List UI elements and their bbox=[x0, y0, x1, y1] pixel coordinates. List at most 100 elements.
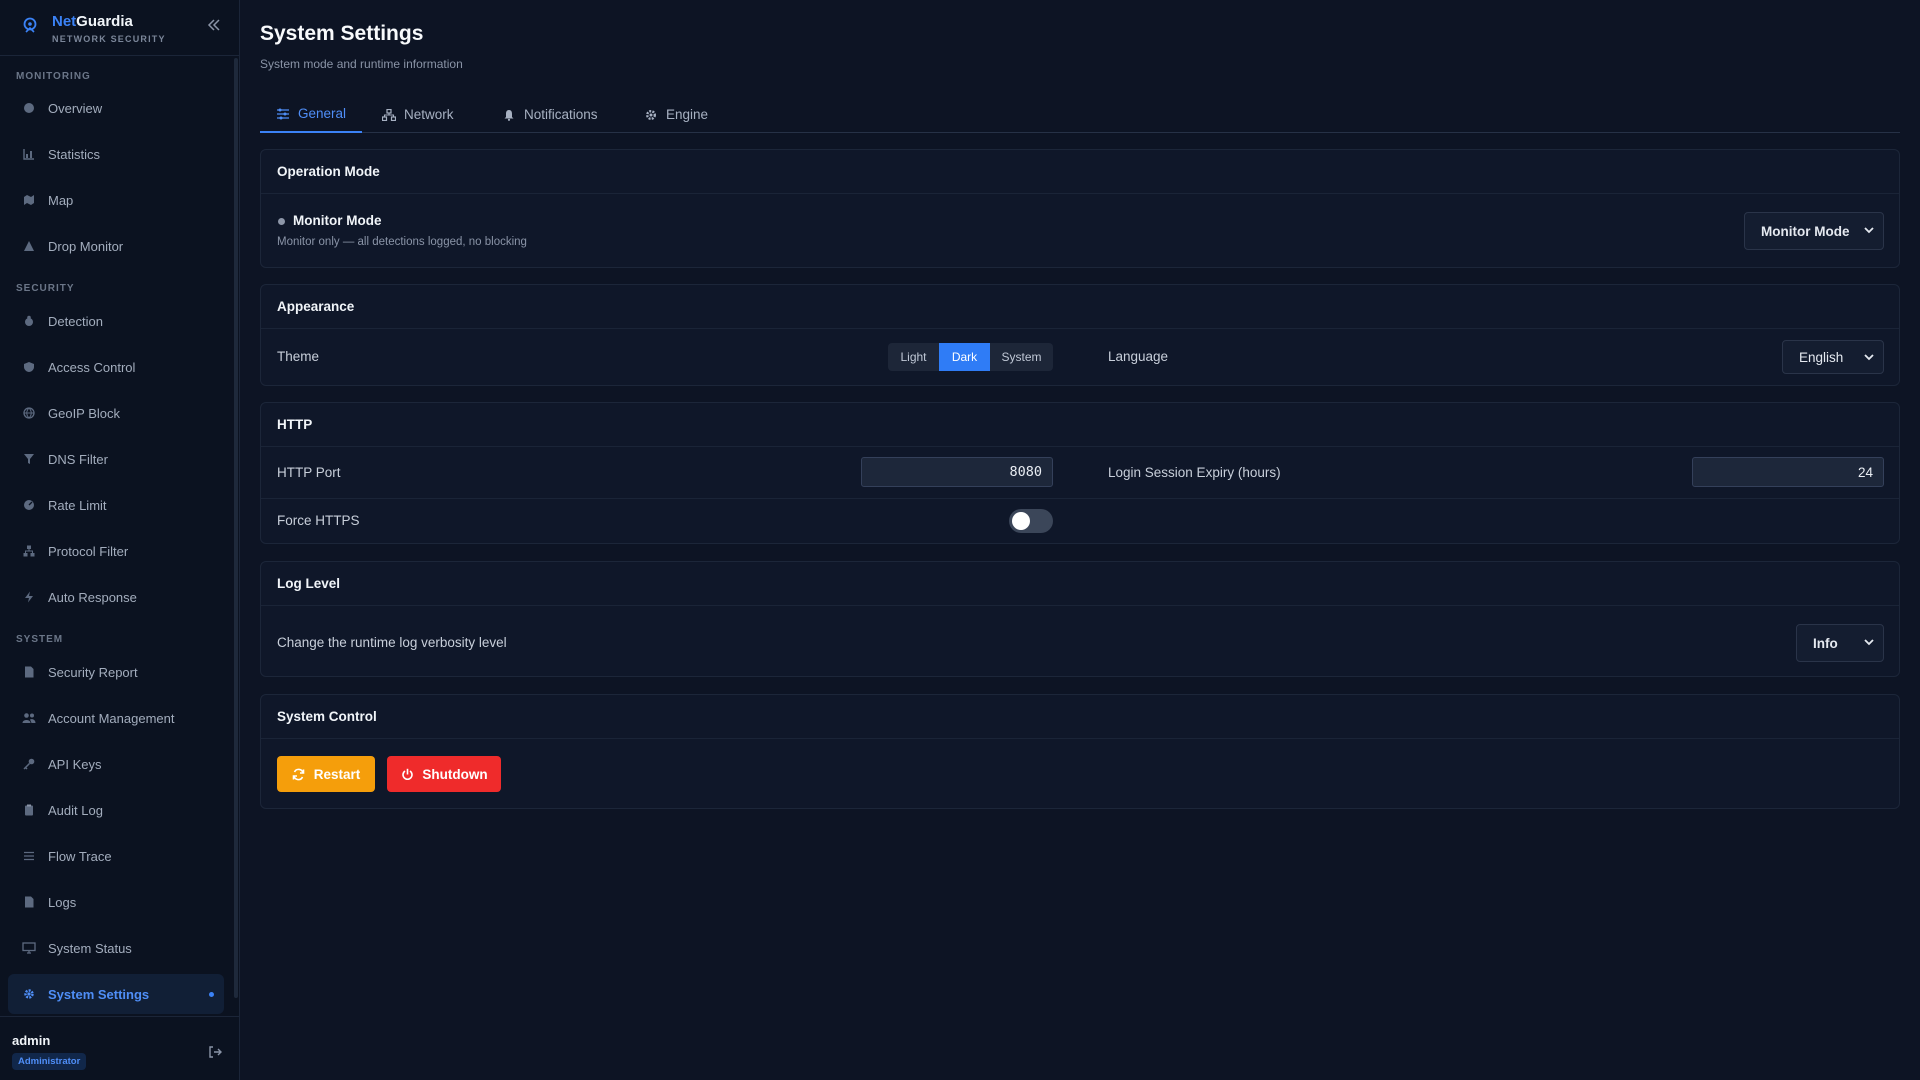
sidebar-item-label: API Keys bbox=[48, 756, 102, 772]
card-title: HTTP bbox=[277, 417, 313, 432]
sidebar-item-label: System Settings bbox=[48, 986, 150, 1002]
sidebar-item-dns-filter[interactable]: DNS Filter bbox=[8, 439, 224, 479]
row-divider bbox=[261, 498, 1899, 499]
chevron-down-icon bbox=[1864, 639, 1874, 646]
tab-label: Engine bbox=[666, 107, 709, 122]
gauge-icon bbox=[22, 101, 36, 115]
user-role-badge: Administrator bbox=[12, 1053, 87, 1070]
network-icon bbox=[382, 108, 396, 122]
sidebar: NetGuardia NETWORK SECURITY MONITORING O… bbox=[0, 0, 240, 1080]
sidebar-item-label: Rate Limit bbox=[48, 497, 107, 513]
select-value: Info bbox=[1813, 635, 1838, 651]
logo-icon bbox=[23, 17, 37, 33]
card-title: System Control bbox=[277, 709, 377, 724]
bell-icon bbox=[502, 108, 516, 122]
card-title: Log Level bbox=[277, 576, 341, 591]
restart-button[interactable]: Restart bbox=[277, 756, 375, 792]
sidebar-item-rate-limit[interactable]: Rate Limit bbox=[8, 485, 224, 525]
sidebar-item-api-keys[interactable]: API Keys bbox=[8, 744, 224, 784]
shutdown-label: Shutdown bbox=[422, 766, 488, 782]
bug-icon bbox=[22, 314, 36, 328]
sidebar-item-label: Map bbox=[48, 192, 74, 208]
force-https-toggle[interactable] bbox=[1009, 509, 1053, 533]
tab-label: General bbox=[298, 106, 347, 121]
sidebar-item-label: Drop Monitor bbox=[48, 238, 124, 254]
sidebar-item-label: Audit Log bbox=[48, 802, 103, 818]
chevron-down-icon bbox=[1864, 227, 1874, 234]
sidebar-item-security-report[interactable]: Security Report bbox=[8, 652, 224, 692]
shutdown-button[interactable]: Shutdown bbox=[387, 756, 501, 792]
sidebar-item-overview[interactable]: Overview bbox=[8, 88, 224, 128]
current-mode-name: Monitor Mode bbox=[293, 213, 382, 228]
tab-label: Notifications bbox=[524, 107, 598, 122]
sidebar-item-flow-trace[interactable]: Flow Trace bbox=[8, 836, 224, 876]
settings-tabs: General Network Notifications Engine bbox=[260, 96, 1900, 133]
bolt-icon bbox=[22, 590, 36, 604]
sidebar-item-label: Account Management bbox=[48, 710, 175, 726]
language-select[interactable]: English bbox=[1782, 340, 1884, 374]
sidebar-item-system-settings[interactable]: System Settings bbox=[8, 974, 224, 1014]
sidebar-item-label: GeoIP Block bbox=[48, 405, 121, 421]
tab-engine[interactable]: Engine bbox=[628, 96, 724, 133]
http-port-input[interactable]: 8080 bbox=[861, 457, 1053, 487]
theme-label: Theme bbox=[277, 349, 320, 364]
page-subtitle: System mode and runtime information bbox=[260, 57, 463, 71]
filter-icon bbox=[22, 452, 36, 466]
theme-system-button[interactable]: System bbox=[990, 343, 1053, 371]
file-icon bbox=[22, 895, 36, 909]
tab-general[interactable]: General bbox=[260, 96, 363, 133]
restart-label: Restart bbox=[313, 766, 361, 782]
sidebar-item-label: Access Control bbox=[48, 359, 136, 375]
card-header: Log Level bbox=[261, 562, 1899, 606]
log-level-card: Log Level Change the runtime log verbosi… bbox=[260, 561, 1900, 677]
sidebar-item-audit-log[interactable]: Audit Log bbox=[8, 790, 224, 830]
sidebar-item-label: Flow Trace bbox=[48, 848, 112, 864]
shield-icon bbox=[22, 360, 36, 374]
log-level-select[interactable]: Info bbox=[1796, 624, 1884, 662]
tab-label: Network bbox=[404, 107, 454, 122]
language-label: Language bbox=[1108, 349, 1169, 364]
sidebar-item-drop-monitor[interactable]: Drop Monitor bbox=[8, 226, 224, 266]
sidebar-item-geoip-block[interactable]: GeoIP Block bbox=[8, 393, 224, 433]
sidebar-item-access-control[interactable]: Access Control bbox=[8, 347, 224, 387]
theme-toggle-group: Light Dark System bbox=[888, 343, 1053, 371]
current-mode-description: Monitor only — all detections logged, no… bbox=[277, 236, 527, 248]
sidebar-item-protocol-filter[interactable]: Protocol Filter bbox=[8, 531, 224, 571]
page-title: System Settings bbox=[260, 22, 424, 45]
sidebar-scrollbar[interactable] bbox=[234, 58, 238, 998]
toggle-knob bbox=[1012, 512, 1030, 530]
sidebar-item-system-status[interactable]: System Status bbox=[8, 928, 224, 968]
sidebar-item-detection[interactable]: Detection bbox=[8, 301, 224, 341]
sidebar-item-auto-response[interactable]: Auto Response bbox=[8, 577, 224, 617]
clipboard-icon bbox=[22, 803, 36, 817]
user-panel: admin Administrator bbox=[0, 1016, 240, 1080]
sliders-icon bbox=[276, 107, 290, 121]
chevrons-left-icon bbox=[207, 19, 220, 31]
theme-light-button[interactable]: Light bbox=[888, 343, 939, 371]
card-title: Operation Mode bbox=[277, 164, 380, 179]
brand: NetGuardia NETWORK SECURITY bbox=[0, 0, 240, 56]
user-name: admin bbox=[12, 1033, 51, 1048]
network-icon bbox=[22, 544, 36, 558]
sidebar-item-account-management[interactable]: Account Management bbox=[8, 698, 224, 738]
select-value: English bbox=[1799, 349, 1844, 365]
tab-notifications[interactable]: Notifications bbox=[486, 96, 614, 133]
sidebar-item-logs[interactable]: Logs bbox=[8, 882, 224, 922]
sidebar-item-label: Statistics bbox=[48, 146, 101, 162]
logout-icon[interactable] bbox=[208, 1045, 222, 1059]
tab-network[interactable]: Network bbox=[366, 96, 470, 133]
collapse-sidebar-button[interactable] bbox=[206, 18, 222, 34]
card-title: Appearance bbox=[277, 299, 355, 314]
sidebar-item-map[interactable]: Map bbox=[8, 180, 224, 220]
session-expiry-input[interactable]: 24 bbox=[1692, 457, 1884, 487]
operation-mode-card: Operation Mode Monitor Mode Monitor only… bbox=[260, 149, 1900, 268]
card-header: Appearance bbox=[261, 285, 1899, 329]
theme-dark-button[interactable]: Dark bbox=[939, 343, 990, 371]
session-expiry-label: Login Session Expiry (hours) bbox=[1108, 465, 1281, 480]
key-icon bbox=[22, 757, 36, 771]
sidebar-item-statistics[interactable]: Statistics bbox=[8, 134, 224, 174]
operation-mode-select[interactable]: Monitor Mode bbox=[1744, 212, 1884, 250]
sidebar-item-label: Auto Response bbox=[48, 589, 137, 605]
sidebar-item-label: Detection bbox=[48, 313, 103, 329]
speed-icon bbox=[22, 498, 36, 512]
